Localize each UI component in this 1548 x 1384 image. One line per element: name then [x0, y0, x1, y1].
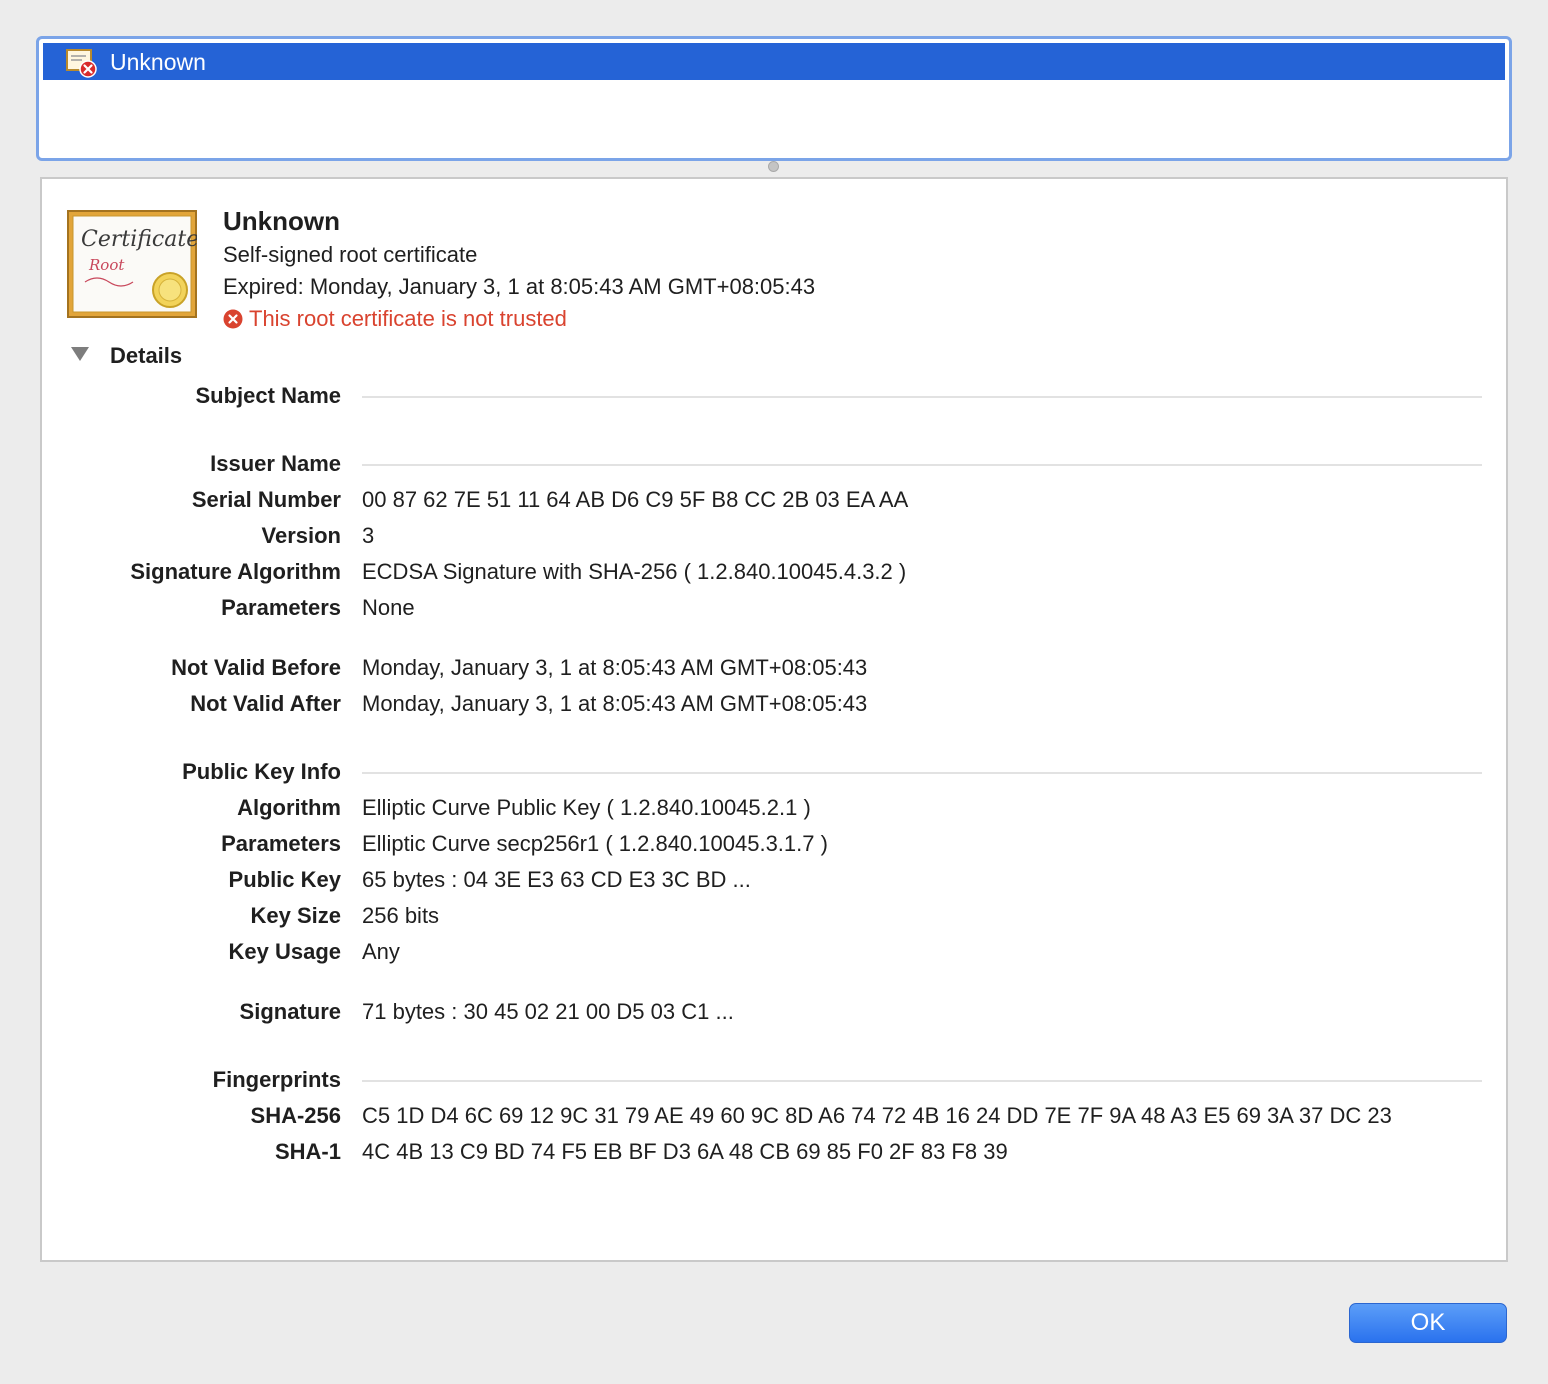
- error-x-icon: [223, 309, 243, 329]
- certificate-detail-pane[interactable]: Certificate Root Unknown Self-signed roo…: [40, 177, 1508, 1262]
- trust-warning-text: This root certificate is not trusted: [249, 306, 567, 331]
- detail-label: Key Usage: [228, 939, 341, 964]
- detail-value[interactable]: 00 87 62 7E 51 11 64 AB D6 C9 5F B8 CC 2…: [362, 484, 908, 516]
- detail-row-issuer-name: Issuer Name: [42, 448, 1506, 480]
- cert-list-item-selected[interactable]: Unknown: [43, 43, 1505, 80]
- trust-warning: This root certificate is not trusted: [223, 306, 567, 332]
- detail-label: Issuer Name: [210, 451, 341, 476]
- cert-list-item-label: Unknown: [110, 49, 206, 75]
- detail-value[interactable]: ECDSA Signature with SHA-256 ( 1.2.840.1…: [362, 556, 906, 588]
- split-view-handle[interactable]: [768, 161, 779, 172]
- detail-label: Not Valid After: [190, 691, 341, 716]
- detail-label: SHA-256: [250, 1103, 341, 1128]
- certificate-icon: Certificate Root: [67, 210, 197, 318]
- certificate-list[interactable]: Unknown: [36, 36, 1512, 161]
- detail-label: Signature Algorithm: [130, 559, 341, 584]
- detail-label: Fingerprints: [212, 1067, 341, 1092]
- certificate-icon-subtitle: Root: [88, 256, 125, 274]
- detail-row-fingerprints: Fingerprints: [42, 1064, 1506, 1096]
- detail-row-signature: Signature 71 bytes : 30 45 02 21 00 D5 0…: [42, 996, 1506, 1028]
- detail-label: SHA-1: [274, 1139, 341, 1164]
- detail-label: Subject Name: [195, 383, 342, 408]
- detail-value[interactable]: 4C 4B 13 C9 BD 74 F5 EB BF D3 6A 48 CB 6…: [362, 1136, 1008, 1168]
- section-separator: [362, 396, 1482, 398]
- detail-row-parameters: Parameters None: [42, 592, 1506, 624]
- detail-value[interactable]: 3: [362, 520, 374, 552]
- detail-row-serial-number: Serial Number 00 87 62 7E 51 11 64 AB D6…: [42, 484, 1506, 516]
- detail-value[interactable]: Elliptic Curve secp256r1 ( 1.2.840.10045…: [362, 828, 828, 860]
- section-separator: [362, 1080, 1482, 1082]
- detail-row-not-valid-after: Not Valid After Monday, January 3, 1 at …: [42, 688, 1506, 720]
- detail-value[interactable]: Elliptic Curve Public Key ( 1.2.840.1004…: [362, 792, 811, 824]
- detail-value[interactable]: None: [362, 592, 415, 624]
- section-separator: [362, 772, 1482, 774]
- detail-row-sha1: SHA-1 4C 4B 13 C9 BD 74 F5 EB BF D3 6A 4…: [42, 1136, 1506, 1168]
- detail-row-version: Version 3: [42, 520, 1506, 552]
- detail-label: Serial Number: [191, 487, 341, 512]
- detail-row-not-valid-before: Not Valid Before Monday, January 3, 1 at…: [42, 652, 1506, 684]
- detail-row-public-key: Public Key 65 bytes : 04 3E E3 63 CD E3 …: [42, 864, 1506, 896]
- detail-label: Algorithm: [237, 795, 341, 820]
- detail-value[interactable]: C5 1D D4 6C 69 12 9C 31 79 AE 49 60 9C 8…: [362, 1100, 1392, 1132]
- detail-label: Key Size: [250, 903, 342, 928]
- detail-value[interactable]: Any: [362, 936, 400, 968]
- detail-row-key-size: Key Size 256 bits: [42, 900, 1506, 932]
- certificate-untrusted-icon: [66, 49, 97, 78]
- detail-label: Public Key Info: [182, 759, 341, 784]
- detail-label: Parameters: [221, 595, 341, 620]
- detail-label: Parameters: [221, 831, 341, 856]
- detail-value[interactable]: 71 bytes : 30 45 02 21 00 D5 03 C1 ...: [362, 996, 734, 1028]
- certificate-icon-title: Certificate: [81, 227, 197, 252]
- detail-row-sha256: SHA-256 C5 1D D4 6C 69 12 9C 31 79 AE 49…: [42, 1100, 1506, 1132]
- certificate-expired-date: Expired: Monday, January 3, 1 at 8:05:43…: [223, 274, 816, 299]
- detail-label: Public Key: [228, 867, 341, 892]
- detail-row-public-key-info: Public Key Info: [42, 756, 1506, 788]
- detail-label: Not Valid Before: [171, 655, 341, 680]
- detail-label: Version: [261, 523, 341, 548]
- detail-row-key-usage: Key Usage Any: [42, 936, 1506, 968]
- detail-row-algorithm: Algorithm Elliptic Curve Public Key ( 1.…: [42, 792, 1506, 824]
- details-disclosure[interactable]: Details: [70, 343, 182, 368]
- detail-row-subject-name: Subject Name: [42, 380, 1506, 412]
- detail-value[interactable]: 65 bytes : 04 3E E3 63 CD E3 3C BD ...: [362, 864, 751, 896]
- detail-value[interactable]: 256 bits: [362, 900, 439, 932]
- detail-value[interactable]: Monday, January 3, 1 at 8:05:43 AM GMT+0…: [362, 688, 867, 720]
- detail-row-key-parameters: Parameters Elliptic Curve secp256r1 ( 1.…: [42, 828, 1506, 860]
- detail-value[interactable]: Monday, January 3, 1 at 8:05:43 AM GMT+0…: [362, 652, 867, 684]
- detail-row-signature-algorithm: Signature Algorithm ECDSA Signature with…: [42, 556, 1506, 588]
- details-label: Details: [110, 343, 183, 368]
- detail-label: Signature: [239, 999, 341, 1024]
- disclosure-triangle-icon[interactable]: [70, 345, 90, 363]
- certificate-subtitle: Self-signed root certificate: [223, 242, 478, 267]
- section-separator: [362, 464, 1482, 466]
- certificate-title: Unknown: [223, 206, 340, 236]
- ok-button[interactable]: OK: [1349, 1303, 1507, 1343]
